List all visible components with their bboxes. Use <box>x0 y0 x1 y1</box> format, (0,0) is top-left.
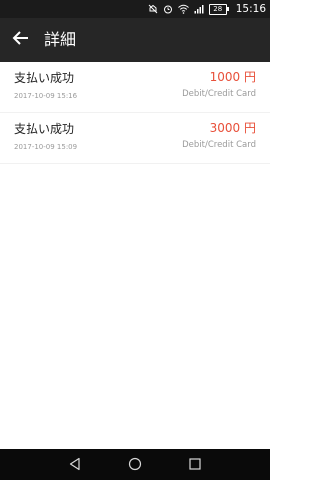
transaction-row[interactable]: 支払い成功 2017-10-09 15:16 1000 円 Debit/Cred… <box>0 62 270 113</box>
back-triangle-icon <box>68 456 82 475</box>
signal-icon <box>194 4 204 14</box>
arrow-left-icon <box>12 30 30 50</box>
transaction-list: 支払い成功 2017-10-09 15:16 1000 円 Debit/Cred… <box>0 62 270 164</box>
battery-icon: 28 <box>208 3 229 15</box>
home-circle-icon <box>128 456 142 475</box>
transaction-amount: 1000 円 <box>209 70 256 84</box>
wifi-icon <box>177 4 189 14</box>
transaction-datetime: 2017-10-09 15:16 <box>14 92 78 100</box>
recent-square-icon <box>188 456 202 475</box>
mute-icon <box>148 4 158 14</box>
back-button[interactable] <box>8 27 34 53</box>
payment-method: Debit/Credit Card <box>182 89 256 99</box>
payment-method: Debit/Credit Card <box>182 140 256 150</box>
transaction-status: 支払い成功 <box>14 122 75 136</box>
nav-home-button[interactable] <box>124 454 146 476</box>
status-bar: 28 15:16 <box>0 0 270 18</box>
transaction-datetime: 2017-10-09 15:09 <box>14 143 78 151</box>
battery-level: 28 <box>208 3 227 15</box>
nav-recent-button[interactable] <box>184 454 206 476</box>
clock: 15:16 <box>235 3 266 15</box>
app-screen: 28 15:16 詳細 支払い成功 2017-10-09 15:16 1000 … <box>0 0 270 480</box>
alarm-icon <box>163 4 173 14</box>
transaction-status: 支払い成功 <box>14 71 75 85</box>
system-nav-bar <box>0 449 270 480</box>
nav-back-button[interactable] <box>64 454 86 476</box>
app-toolbar: 詳細 <box>0 18 270 62</box>
page-title: 詳細 <box>44 30 77 49</box>
status-icons: 28 15:16 <box>148 2 266 16</box>
transaction-amount: 3000 円 <box>209 121 256 135</box>
transaction-row[interactable]: 支払い成功 2017-10-09 15:09 3000 円 Debit/Cred… <box>0 113 270 164</box>
